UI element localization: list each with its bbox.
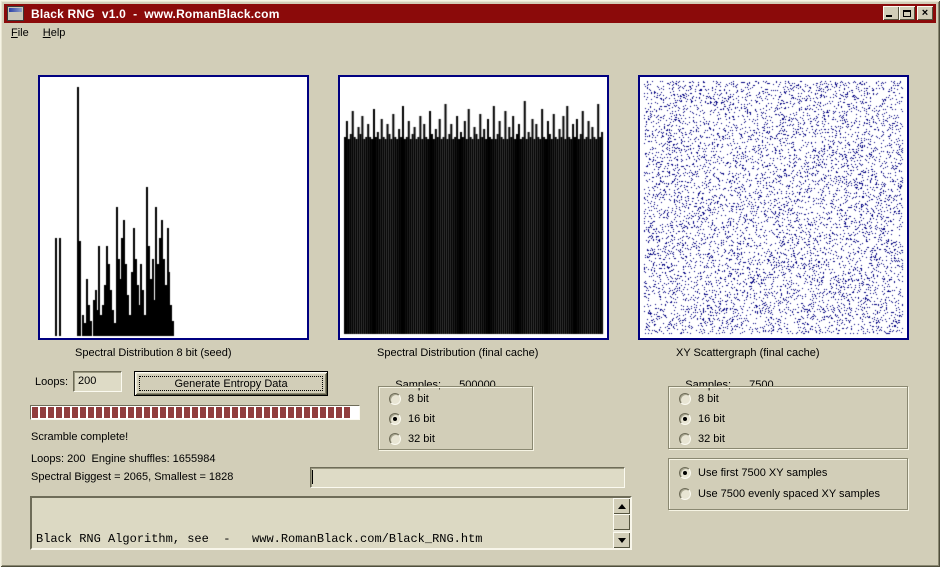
menubar: File Help (4, 24, 936, 42)
scrollbar-thumb[interactable] (613, 514, 630, 530)
close-icon: × (922, 7, 928, 19)
titlebar-buttons: × (881, 6, 933, 20)
arrow-up-icon (618, 504, 626, 509)
maximize-button[interactable] (899, 6, 915, 20)
mid-radio-8bit[interactable]: 8 bit (389, 393, 429, 405)
radio-selected-icon[interactable] (679, 413, 691, 425)
maximize-icon (903, 10, 911, 17)
mid-radio-8bit-label: 8 bit (408, 393, 429, 405)
radio-selected-icon[interactable] (679, 467, 691, 479)
radio-icon[interactable] (679, 433, 691, 445)
radio-icon[interactable] (389, 433, 401, 445)
algorithm-output-text: Black RNG Algorithm, see - www.RomanBlac… (36, 499, 612, 550)
app-icon[interactable] (7, 6, 24, 21)
final-spectral-canvas (340, 77, 607, 338)
mid-radio-16bit[interactable]: 16 bit (389, 413, 435, 425)
seed-spectral-chart (38, 75, 309, 340)
generate-entropy-button-label: Generate Entropy Data (174, 378, 287, 390)
mid-radio-16bit-label: 16 bit (408, 413, 435, 425)
seed-spectral-canvas (40, 77, 307, 338)
loops-value: 200 (78, 375, 96, 387)
loops-label: Loops: (35, 376, 68, 388)
menu-file-rest: ile (18, 27, 29, 39)
final-spectral-chart (338, 75, 609, 340)
right-bit-groupbox: 8 bit 16 bit 32 bit (668, 386, 908, 449)
algorithm-output-box[interactable]: Black RNG Algorithm, see - www.RomanBlac… (30, 496, 632, 550)
right-radio-16bit[interactable]: 16 bit (679, 413, 725, 425)
xy-scattergraph-chart (638, 75, 909, 340)
menu-help[interactable]: Help (36, 25, 73, 41)
output-line-1: Black RNG Algorithm, see - www.RomanBlac… (36, 531, 612, 547)
status-scramble: Scramble complete! (31, 431, 128, 443)
right-radio-8bit-label: 8 bit (698, 393, 719, 405)
radio-icon[interactable] (389, 393, 401, 405)
titlebar[interactable]: Black RNG v1.0 - www.RomanBlack.com × (4, 4, 936, 23)
radio-icon[interactable] (679, 393, 691, 405)
loops-input[interactable]: 200 (73, 371, 122, 392)
mid-bit-groupbox: 8 bit 16 bit 32 bit (378, 386, 533, 450)
close-button[interactable]: × (917, 6, 933, 20)
scroll-up-button[interactable] (613, 498, 630, 514)
right-radio-8bit[interactable]: 8 bit (679, 393, 719, 405)
xy-scattergraph-label: XY Scattergraph (final cache) (676, 347, 819, 359)
arrow-down-icon (618, 538, 626, 543)
radio-use-first-xy-label: Use first 7500 XY samples (698, 467, 827, 479)
generate-entropy-button[interactable]: Generate Entropy Data (134, 371, 328, 396)
seed-spectral-label: Spectral Distribution 8 bit (seed) (75, 347, 232, 359)
aux-output-field[interactable] (310, 467, 625, 488)
app-icon-strip (9, 8, 22, 12)
text-caret (312, 470, 313, 484)
menu-help-hotkey: H (43, 27, 51, 39)
app-window: Black RNG v1.0 - www.RomanBlack.com × Fi… (0, 0, 940, 567)
right-xy-groupbox: Use first 7500 XY samples Use 7500 evenl… (668, 458, 908, 510)
menu-file[interactable]: File (4, 25, 36, 41)
right-radio-32bit-label: 32 bit (698, 433, 725, 445)
final-spectral-label: Spectral Distribution (final cache) (377, 347, 538, 359)
menu-help-rest: elp (51, 27, 66, 39)
radio-use-evenly-spaced-xy[interactable]: Use 7500 evenly spaced XY samples (679, 488, 880, 500)
xy-scattergraph-canvas (640, 77, 907, 338)
mid-radio-32bit[interactable]: 32 bit (389, 433, 435, 445)
status-loops-shuffles: Loops: 200 Engine shuffles: 1655984 (31, 453, 216, 465)
right-radio-32bit[interactable]: 32 bit (679, 433, 725, 445)
radio-use-evenly-spaced-xy-label: Use 7500 evenly spaced XY samples (698, 488, 880, 500)
vertical-scrollbar[interactable] (613, 498, 630, 548)
window-title: Black RNG v1.0 - www.RomanBlack.com (31, 7, 280, 21)
menu-file-hotkey: F (11, 27, 18, 39)
status-spectral-range: Spectral Biggest = 2065, Smallest = 1828 (31, 471, 233, 483)
scroll-down-button[interactable] (613, 532, 630, 548)
minimize-icon (886, 15, 892, 17)
radio-icon[interactable] (679, 488, 691, 500)
radio-use-first-xy[interactable]: Use first 7500 XY samples (679, 467, 827, 479)
right-radio-16bit-label: 16 bit (698, 413, 725, 425)
mid-radio-32bit-label: 32 bit (408, 433, 435, 445)
minimize-button[interactable] (883, 6, 899, 20)
progress-bar (30, 405, 360, 420)
radio-selected-icon[interactable] (389, 413, 401, 425)
